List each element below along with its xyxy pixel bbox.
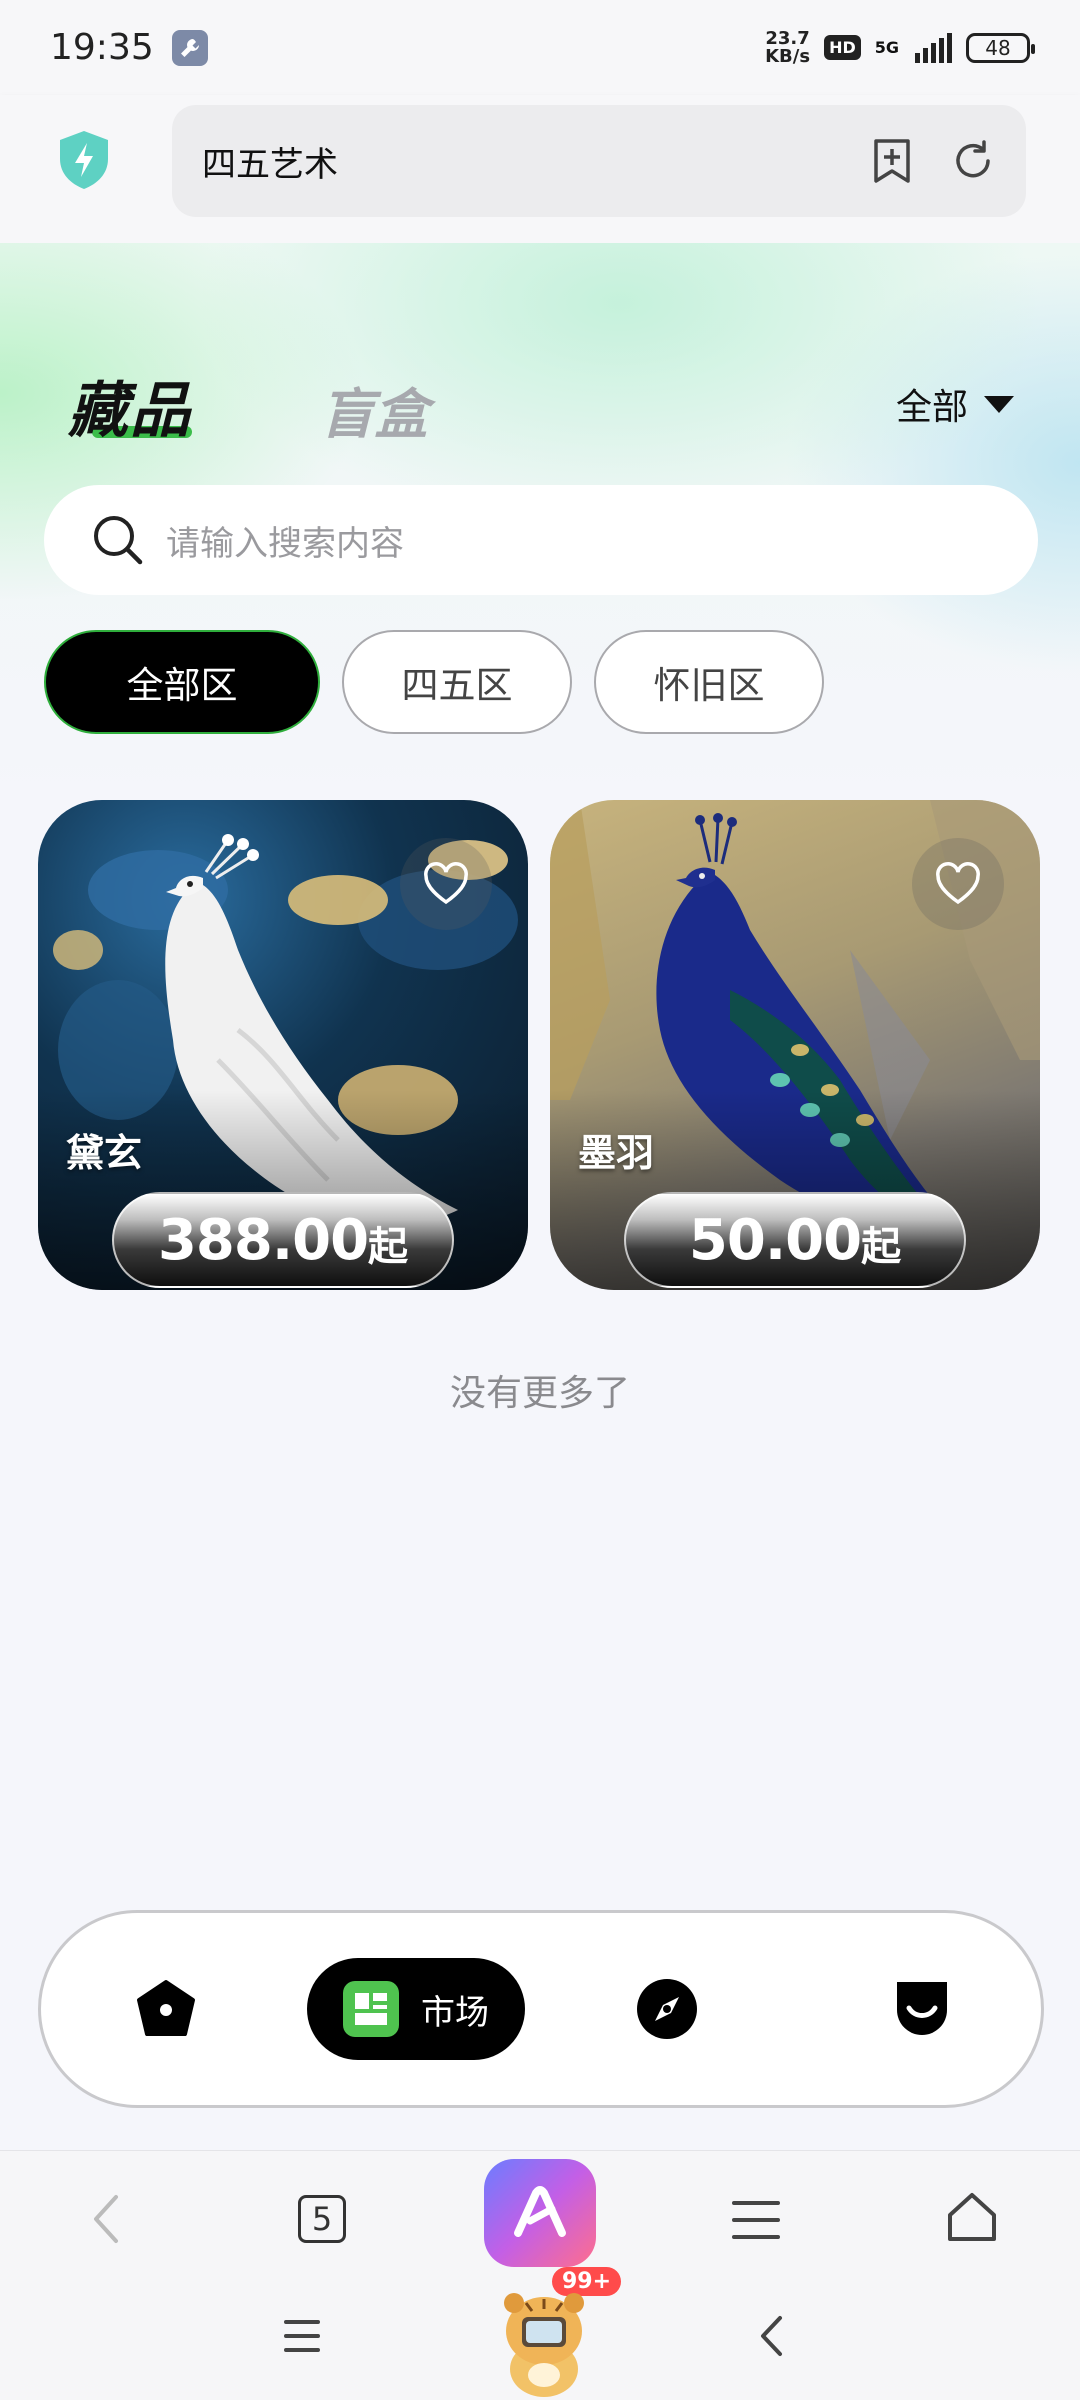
caret-down-icon [984,395,1015,413]
network-speed-value: 23.7 [765,27,810,49]
ai-logo-icon [514,2186,566,2237]
home-page-icon[interactable] [944,2189,1000,2245]
chip-zone-nostalgia[interactable]: 怀旧区 [594,630,824,734]
add-bookmark-icon[interactable] [870,137,914,185]
category-filter-label: 全部 [896,387,969,428]
market-icon [343,1981,399,2037]
search-placeholder: 请输入搜索内容 [166,523,404,564]
favorite-button[interactable] [912,838,1004,930]
tabs-count-button[interactable]: 5 [298,2195,346,2243]
wrench-icon [171,29,208,66]
chip-all-zones[interactable]: 全部区 [44,630,320,734]
search-icon [94,516,143,565]
collectible-card[interactable]: 墨羽 50.00 起 [550,800,1040,1290]
app-bottom-nav: 市场 [38,1910,1044,2108]
zone-filter-chips: 全部区 四五区 怀旧区 [44,630,824,734]
favorite-button[interactable] [400,838,492,930]
profile-smile-icon[interactable] [889,1976,955,2042]
price-value: 388.00 [157,1207,369,1273]
tiger-mascot-icon[interactable] [496,2279,592,2399]
browser-address-bar: 四五艺术 [0,95,1080,243]
search-input[interactable]: 请输入搜索内容 [44,485,1038,595]
nav-market-label: 市场 [421,1992,489,2033]
tab-collectibles[interactable]: 藏品 [68,362,192,449]
refresh-icon[interactable] [950,138,996,184]
signal-icon [915,32,952,63]
network-speed-unit: KB/s [765,45,811,67]
collectible-title: 黛玄 [66,1131,143,1175]
heart-icon [936,862,980,905]
heart-icon [424,862,468,905]
system-menu-icon[interactable] [282,2317,322,2355]
price-pill: 388.00 起 [112,1192,454,1288]
collectible-card[interactable]: 黛玄 388.00 起 [38,800,528,1290]
price-value: 50.00 [688,1207,862,1273]
back-icon[interactable] [88,2191,124,2247]
network-type: 5G [874,38,899,57]
tabs-count: 5 [311,2200,333,2238]
ai-assistant-button[interactable] [484,2159,596,2267]
price-suffix: 起 [368,1224,409,1270]
battery-icon: 48 [966,32,1035,63]
battery-level: 48 [985,35,1011,60]
collectible-title: 墨羽 [578,1131,655,1175]
network-speed: 23.7 KB/s [765,27,811,67]
category-filter-dropdown[interactable]: 全部 [896,378,1015,430]
system-back-icon[interactable] [756,2313,786,2359]
shield-icon[interactable] [56,129,112,191]
hd-badge: HD [824,35,861,60]
url-title: 四五艺术 [202,144,338,185]
url-field[interactable]: 四五艺术 [172,105,1026,217]
home-icon[interactable] [135,1978,197,2040]
tab-blind-box[interactable]: 盲盒 [320,370,428,449]
price-suffix: 起 [861,1224,902,1270]
end-of-list-text: 没有更多了 [449,1373,630,1414]
status-bar: 19:35 23.7 KB/s HD 5G 48 [0,0,1080,95]
compass-icon[interactable] [635,1977,699,2041]
price-pill: 50.00 起 [624,1192,966,1288]
nav-market-button[interactable]: 市场 [307,1958,525,2060]
chip-zone-45[interactable]: 四五区 [342,630,572,734]
menu-icon[interactable] [730,2197,782,2243]
status-time: 19:35 [50,27,154,68]
status-indicators: 23.7 KB/s HD 5G 48 [765,27,1035,67]
browser-toolbar: 5 99+ [0,2150,1080,2400]
